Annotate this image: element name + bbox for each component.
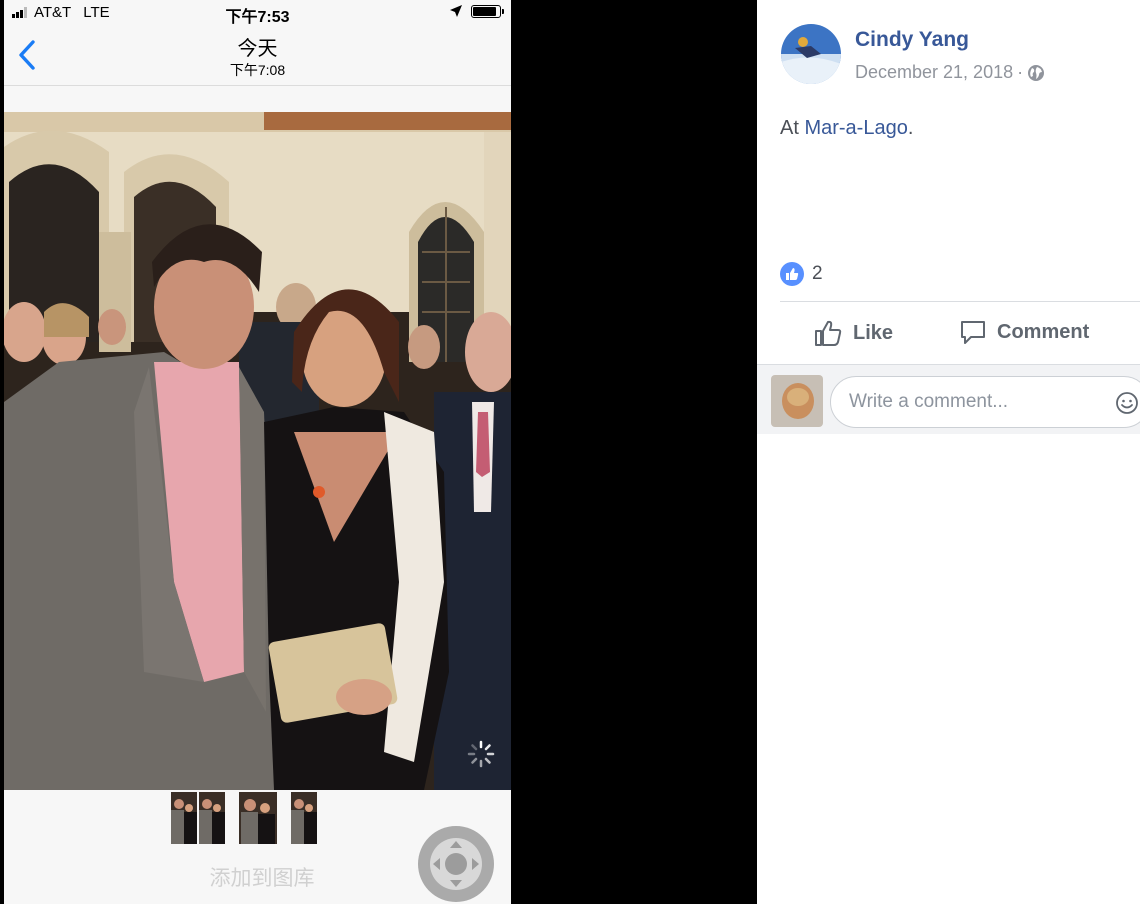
photo-nav-bar: 今天 下午7:08: [4, 24, 511, 86]
thumbnail[interactable]: [199, 792, 225, 844]
assistive-touch-icon: [430, 838, 482, 890]
commenter-avatar[interactable]: [771, 375, 823, 427]
comment-button[interactable]: Comment: [959, 318, 1089, 346]
post-text-suffix: .: [907, 117, 914, 139]
post-date[interactable]: December 21, 2018: [855, 62, 1013, 83]
status-bar: AT&T LTE 下午7:53: [4, 0, 511, 26]
globe-icon[interactable]: [1027, 64, 1045, 82]
reaction-count: 2: [812, 263, 823, 284]
date-separator: ·: [1017, 62, 1024, 82]
loading-spinner-icon: [467, 740, 495, 768]
battery-icon: [471, 4, 504, 18]
comment-label: Comment: [997, 320, 1090, 343]
post-text-prefix: At: [780, 117, 805, 139]
like-reaction-icon: [780, 262, 804, 286]
thumbnail[interactable]: [171, 792, 197, 844]
thumbs-up-icon: [815, 320, 842, 346]
post-text: At Mar-a-Lago.: [780, 117, 913, 140]
nav-subtitle: 下午7:08: [229, 62, 286, 78]
assistive-touch-button[interactable]: [418, 826, 494, 902]
facebook-post: Cindy Yang December 21, 2018 · At Mar-a-…: [757, 0, 1140, 904]
like-label: Like: [853, 321, 894, 344]
nav-title: 今天: [237, 38, 278, 60]
thumbnail-selected[interactable]: [239, 792, 277, 844]
author-avatar[interactable]: [781, 24, 841, 84]
post-actions: Like Comment: [757, 302, 1140, 364]
location-link[interactable]: Mar-a-Lago: [804, 117, 907, 139]
reaction-summary[interactable]: 2: [780, 262, 823, 286]
author-name[interactable]: Cindy Yang: [855, 28, 969, 52]
location-arrow-icon: [450, 5, 462, 17]
main-photo[interactable]: [4, 112, 511, 790]
comment-input[interactable]: [830, 376, 1140, 428]
post-meta: December 21, 2018 ·: [855, 62, 1045, 83]
thumbnail[interactable]: [291, 792, 317, 844]
comment-composer: [757, 364, 1140, 434]
phone-screenshot: AT&T LTE 下午7:53 今天 下午7:08 添加到图库: [4, 0, 511, 904]
comment-bubble-icon: [961, 321, 985, 344]
like-button[interactable]: Like: [813, 318, 893, 348]
emoji-icon[interactable]: [1115, 391, 1139, 415]
